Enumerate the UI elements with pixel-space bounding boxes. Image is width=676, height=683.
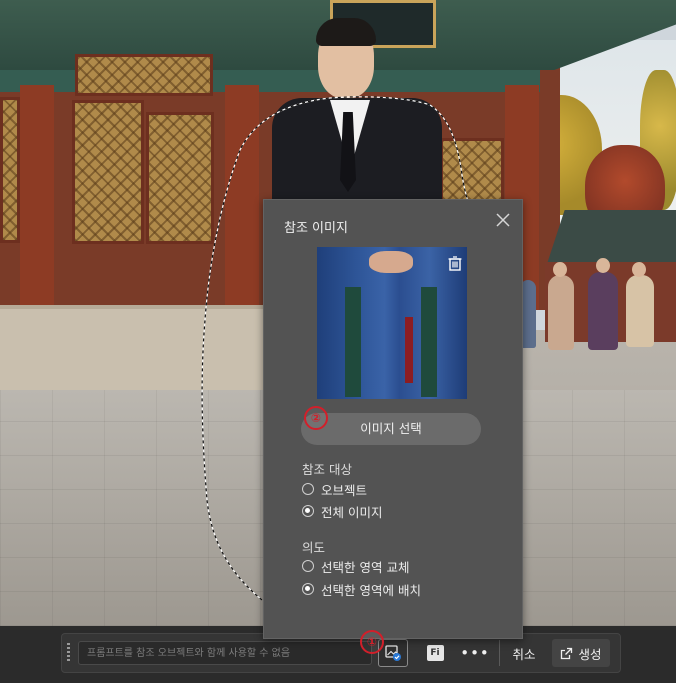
radio-label: 오브젝트 [321, 482, 368, 498]
radio-label: 선택한 영역에 배치 [321, 582, 421, 598]
select-image-button[interactable]: 이미지 선택 [301, 413, 481, 445]
firefly-icon: Fi [426, 645, 444, 661]
pillar [225, 85, 259, 310]
radio-button-checked[interactable] [302, 505, 314, 517]
robe-tassel [405, 317, 413, 383]
radio-replace-selection[interactable]: 선택한 영역 교체 [302, 557, 409, 575]
subject-hair [316, 18, 376, 46]
reference-target-label: 참조 대상 [302, 462, 352, 477]
bystander-head [553, 262, 567, 277]
step-badge-1: ① [360, 630, 384, 654]
pillar [20, 85, 54, 310]
lattice-window [75, 54, 213, 96]
contextual-task-bar: Fi ••• 취소 생성 [61, 633, 621, 673]
robe-trim [421, 287, 437, 397]
lattice-door [146, 112, 214, 244]
reference-image-thumbnail [317, 247, 467, 399]
cancel-button[interactable]: 취소 [504, 639, 544, 667]
firefly-button[interactable]: Fi [425, 639, 445, 667]
panel-title: 참조 이미지 [284, 221, 348, 236]
radio-button-unchecked[interactable] [302, 560, 314, 572]
bystander [626, 275, 654, 347]
lattice-door [72, 100, 144, 244]
divider [499, 640, 500, 666]
robe-trim [345, 287, 361, 397]
reference-image-icon [385, 645, 401, 661]
radio-label: 전체 이미지 [321, 504, 383, 520]
bystander-head [632, 262, 646, 277]
lattice-door [0, 97, 20, 243]
robe-hands [369, 251, 413, 273]
intent-label: 의도 [302, 540, 326, 555]
bystander [548, 275, 574, 350]
prompt-input[interactable] [78, 641, 372, 665]
radio-label: 선택한 영역 교체 [321, 559, 410, 575]
close-icon[interactable] [493, 210, 513, 230]
generate-label: 생성 [578, 646, 602, 662]
radio-object[interactable]: 오브젝트 [302, 480, 367, 498]
reference-image-panel: 참조 이미지 이미지 선택 참조 대상 오브젝트 전체 이미지 의도 선택한 영… [263, 199, 523, 639]
more-options-button[interactable]: ••• [460, 639, 489, 667]
drag-handle[interactable] [67, 643, 70, 663]
radio-entire-image[interactable]: 전체 이미지 [302, 502, 382, 520]
bystander [588, 272, 618, 350]
trash-icon[interactable] [447, 255, 463, 271]
generate-button[interactable]: 생성 [552, 639, 610, 667]
generate-icon [561, 647, 573, 659]
radio-button-unchecked[interactable] [302, 483, 314, 495]
radio-button-checked[interactable] [302, 583, 314, 595]
radio-place-in-selection[interactable]: 선택한 영역에 배치 [302, 580, 421, 598]
lattice-window [440, 138, 504, 202]
bystander-head [596, 258, 610, 273]
side-building-roof [545, 210, 676, 270]
step-badge-2: ② [304, 406, 328, 430]
